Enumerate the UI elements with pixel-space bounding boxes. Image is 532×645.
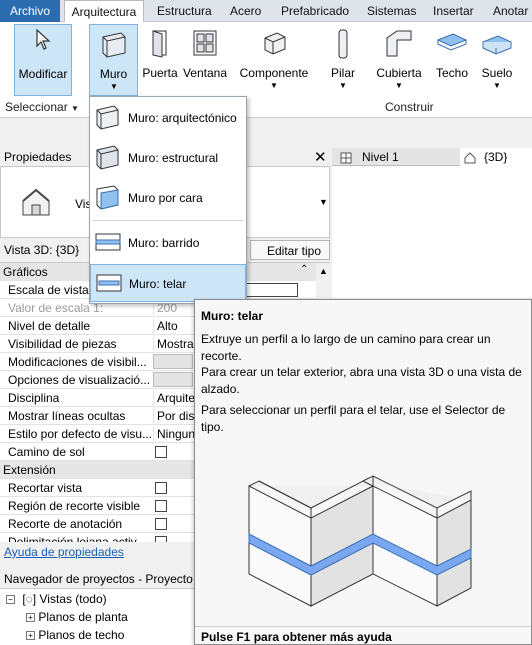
edit-type-label: Editar tipo [267,244,322,258]
door-icon [148,28,172,61]
column-icon [335,28,351,63]
annotation-crop-checkbox[interactable] [155,518,167,530]
tab-acero[interactable]: Acero [230,0,261,22]
properties-title: Propiedades [4,150,72,164]
tooltip-text: Para crear un telar exterior, abra una v… [201,365,522,396]
roof-button[interactable]: Cubierta ▼ [373,24,425,96]
menu-item-structural-wall[interactable]: Muro: estructural [90,139,246,177]
edit-button[interactable] [153,354,193,369]
tree-node-ceiling-plans[interactable]: + Planos de techo [26,628,124,642]
tab-estructura[interactable]: Estructura [157,0,212,22]
wall-button[interactable]: Muro ▼ [89,24,138,96]
view-selector[interactable]: Vista 3D: {3D} [4,243,79,257]
close-icon[interactable]: ✕ [314,148,327,166]
window-icon [191,28,219,61]
wall-sweep-icon [94,228,122,259]
project-browser-title: Navegador de proyectos - Proyecto [4,572,193,586]
structural-wall-icon [94,143,122,174]
menu-item-architectural-wall[interactable]: Muro: arquitectónico [90,99,246,137]
column-label: Pilar [330,66,355,80]
window-button[interactable]: Ventana [182,24,228,96]
expand-plus-icon[interactable]: + [26,613,35,623]
modify-button[interactable]: Modificar [14,24,72,96]
wall-reveal-illustration [241,448,481,610]
roof-label: Cubierta [376,66,422,80]
tooltip: Muro: telar Extruye un perfil a lo largo… [194,299,532,645]
tab-archivo[interactable]: Archivo [0,0,60,22]
scroll-up-icon[interactable]: ▲ [319,266,328,276]
wall-reveal-icon [95,269,123,300]
door-button[interactable]: Puerta [141,24,179,96]
roof-icon [383,28,415,61]
ceiling-button[interactable]: Techo [433,24,471,96]
tree-node-floor-plans[interactable]: + Planos de planta [26,610,128,624]
wall-icon [94,103,122,134]
window-label: Ventana [182,66,228,80]
ceiling-icon [435,28,469,61]
sun-path-checkbox[interactable] [155,446,167,458]
door-label: Puerta [142,66,178,80]
view-tabs: Nivel 1 {3D} [332,148,532,166]
cursor-arrow-icon [34,28,52,54]
wall-icon [99,29,129,62]
views-icon: [◌] [22,592,37,606]
tab-prefabricado[interactable]: Prefabricado [281,0,349,22]
tooltip-footer: Pulse F1 para obtener más ayuda [195,626,531,645]
ceiling-label: Techo [435,66,469,80]
panel-build-label: Construir [385,100,434,114]
floor-label: Suelo [481,66,513,80]
tab-anotar[interactable]: Anotar [493,0,528,22]
tab-nivel-1[interactable]: Nivel 1 [336,148,458,166]
tooltip-title: Muro: telar [201,309,264,323]
edit-type-button[interactable]: Editar tipo [250,240,330,260]
menu-separator [92,220,244,221]
floor-dropdown-arrow-icon[interactable]: ▼ [493,81,501,90]
component-label: Componente [239,66,309,80]
collapse-minus-icon[interactable]: − [6,595,15,605]
house-3d-icon [19,185,53,222]
far-clip-checkbox[interactable] [155,536,167,542]
roof-dropdown-arrow-icon[interactable]: ▼ [395,81,403,90]
column-button[interactable]: Pilar ▼ [326,24,360,96]
floor-button[interactable]: Suelo ▼ [478,24,516,96]
tree-node-views[interactable]: − [◌] Vistas (todo) [6,592,107,606]
ribbon: Modificar Muro ▼ Puerta Ventana Componen… [0,22,532,118]
scale-dropdown[interactable] [246,283,298,297]
floor-icon [480,28,514,61]
component-button[interactable]: Componente ▼ [236,24,312,96]
tab-sistemas[interactable]: Sistemas [367,0,416,22]
menu-item-wall-by-face[interactable]: Muro por cara [90,179,246,217]
wall-dropdown-menu: Muro: arquitectónico Muro: estructural M… [89,96,247,304]
panel-select[interactable]: Seleccionar ▼ [5,100,79,114]
wall-by-face-icon [94,183,122,214]
menu-item-wall-reveal[interactable]: Muro: telar [90,264,246,302]
tab-3d[interactable]: {3D} [460,148,532,166]
collapse-icon[interactable]: ⌃ [300,264,308,275]
menu-bar: Archivo Arquitectura Estructura Acero Pr… [0,0,532,23]
expand-plus-icon[interactable]: + [26,631,35,641]
tab-insertar[interactable]: Insertar [433,0,474,22]
component-dropdown-arrow-icon[interactable]: ▼ [270,81,278,90]
wall-dropdown-arrow-icon[interactable]: ▼ [110,82,118,91]
tooltip-text: Extruye un perfil a lo largo de un camin… [201,332,491,363]
crop-view-checkbox[interactable] [155,482,167,494]
type-dropdown-arrow-icon[interactable]: ▼ [319,197,328,207]
component-icon [259,28,289,61]
properties-help-link[interactable]: Ayuda de propiedades [4,545,124,559]
tooltip-text: Para seleccionar un perfil para el telar… [201,403,506,434]
tab-arquitectura[interactable]: Arquitectura [64,0,144,23]
menu-item-wall-sweep[interactable]: Muro: barrido [90,224,246,262]
wall-label: Muro [99,67,128,81]
modify-label: Modificar [18,67,68,81]
view-canvas[interactable] [332,166,532,298]
crop-region-visible-checkbox[interactable] [155,500,167,512]
column-dropdown-arrow-icon[interactable]: ▼ [339,81,347,90]
edit-button[interactable] [153,372,193,387]
